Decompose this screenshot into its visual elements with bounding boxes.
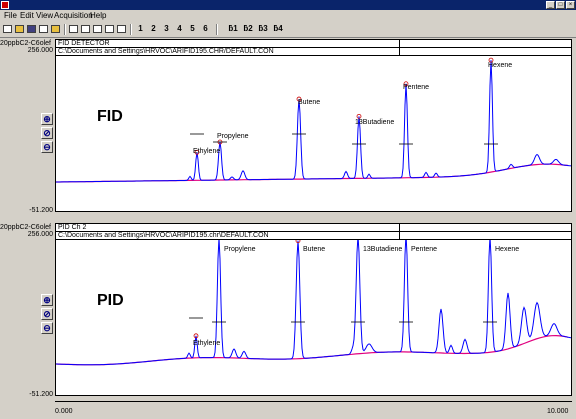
print-icon[interactable] <box>39 25 48 33</box>
bottom-chromatogram: Ethylene Propylene Butene 13Butadiene Penten… <box>56 240 571 366</box>
channel-3-button[interactable]: 3 <box>160 23 173 35</box>
bottom-plot[interactable]: Ethylene Propylene Butene 13Butadiene Penten… <box>55 239 572 396</box>
bottom-detector-name: PID Ch 2 <box>58 224 87 231</box>
bottom-peak-label-2: Butene <box>303 246 325 253</box>
bottom-ymax-label: 256.000 <box>27 231 53 238</box>
app-icon <box>1 1 9 9</box>
menu-edit[interactable]: Edit <box>20 11 34 21</box>
zoom-in-icon[interactable]: ⊕ <box>41 294 53 306</box>
bars-icon[interactable] <box>93 25 102 33</box>
menu-help[interactable]: Help <box>90 11 106 21</box>
top-chromatogram: Ethylene Propylene Butene 13Butadiene Penten… <box>56 57 571 183</box>
open-icon[interactable] <box>51 25 60 33</box>
bottom-peak-label-4: Pentene <box>411 246 437 253</box>
zoom-out-icon[interactable]: ⊖ <box>41 141 53 153</box>
set-3-button[interactable]: ƃ3 <box>256 23 270 35</box>
top-peak-label-2: Butene <box>298 99 320 106</box>
x-axis <box>55 401 572 408</box>
top-peak-label-4: Pentene <box>403 84 429 91</box>
channel-4-button[interactable]: 4 <box>173 23 186 35</box>
zoom-out-icon[interactable]: ⊖ <box>41 322 53 334</box>
table-icon[interactable] <box>105 25 114 33</box>
top-path: C:\Documents and Settings\HRVOC\ARIFID19… <box>58 48 274 55</box>
top-peak-label-3: 13Butadiene <box>355 119 394 126</box>
menu-bar: File Edit View Acquisition Help <box>0 10 576 22</box>
bottom-peak-label-3: 13Butadiene <box>363 246 402 253</box>
cursor-icon[interactable] <box>69 25 78 33</box>
set-4-button[interactable]: ƃ4 <box>271 23 285 35</box>
top-detector-title: FID <box>97 108 123 125</box>
top-detector-name: FID DETECTOR <box>58 40 110 47</box>
close-button[interactable]: × <box>566 1 575 9</box>
bottom-peak-label-5: Hexene <box>495 246 519 253</box>
channel-5-button[interactable]: 5 <box>186 23 199 35</box>
open-folder-icon[interactable] <box>15 25 24 33</box>
zoom-in-icon[interactable]: ⊕ <box>41 113 53 125</box>
menu-view[interactable]: View <box>36 11 53 21</box>
minimize-button[interactable]: _ <box>546 1 555 9</box>
new-file-icon[interactable] <box>3 25 12 33</box>
channel-2-button[interactable]: 2 <box>147 23 160 35</box>
status-bar <box>0 415 576 419</box>
set-2-button[interactable]: ƃ2 <box>241 23 255 35</box>
title-bar: _ □ × <box>0 0 576 10</box>
bottom-peak-label-0: Ethylene <box>193 340 220 347</box>
bottom-path: C:\Documents and Settings\HRVOC\ARIPID19… <box>58 232 269 239</box>
top-plot[interactable]: Ethylene Propylene Butene 13Butadiene Penten… <box>55 55 572 212</box>
set-1-button[interactable]: ƃ1 <box>226 23 240 35</box>
zoom-reset-icon[interactable]: ⊘ <box>41 308 53 320</box>
save-icon[interactable] <box>27 25 36 33</box>
channel-1-button[interactable]: 1 <box>134 23 147 35</box>
bottom-detector-title: PID <box>97 292 124 309</box>
maximize-button[interactable]: □ <box>556 1 565 9</box>
top-peak-label-0: Ethylene <box>193 148 220 155</box>
menu-file[interactable]: File <box>4 11 17 21</box>
top-peak-label-1: Propylene <box>217 133 249 140</box>
channel-6-button[interactable]: 6 <box>199 23 212 35</box>
bottom-ymin-label: -51.200 <box>29 391 53 398</box>
top-ymin-label: -51.200 <box>29 207 53 214</box>
graph-icon[interactable] <box>117 25 126 33</box>
top-peak-label-5: Hexene <box>488 62 512 69</box>
menu-acquisition[interactable]: Acquisition <box>54 11 93 21</box>
top-ymax-label: 256.000 <box>27 47 53 54</box>
zoom-reset-icon[interactable]: ⊘ <box>41 127 53 139</box>
bottom-peak-label-1: Propylene <box>224 246 256 253</box>
grid-icon[interactable] <box>81 25 90 33</box>
toolbar: 1 2 3 4 5 6 ƃ1 ƃ2 ƃ3 ƃ4 <box>0 22 576 38</box>
